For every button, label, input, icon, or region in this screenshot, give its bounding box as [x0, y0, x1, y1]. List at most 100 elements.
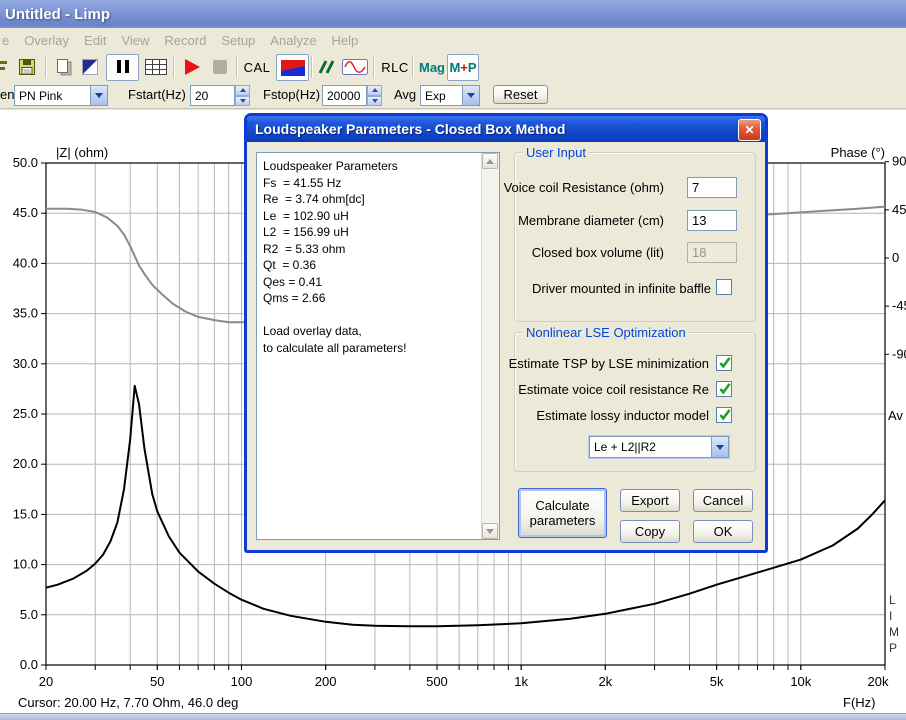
close-button[interactable]: ✕ [738, 119, 761, 141]
infinite-baffle-checkbox[interactable] [716, 279, 732, 295]
y-left-tick-label: 10.0 [13, 557, 38, 572]
start-recording-button[interactable] [181, 52, 203, 82]
parameters-text: Loudspeaker Parameters Fs = 41.55 Hz Re … [263, 159, 407, 355]
membrane-diameter-cm--input[interactable] [687, 210, 737, 231]
spin-down-icon[interactable] [235, 95, 250, 106]
generator-label: en [0, 87, 15, 102]
scroll-down-button[interactable] [482, 523, 498, 539]
stop-recording-button[interactable] [210, 52, 229, 82]
voice-coil-resistance-ohm--input[interactable] [687, 177, 737, 198]
x-tick-label: 2k [598, 674, 612, 689]
x-tick-label: 5k [710, 674, 724, 689]
rlc-button[interactable]: RLC [381, 52, 409, 82]
user-input-group: User Input Voice coil Resistance (ohm) Me… [504, 145, 756, 322]
scroll-up-icon [486, 158, 494, 164]
spin-up-icon[interactable] [235, 85, 250, 96]
status-bar: Cursor: 20.00 Hz, 7.70 Ohm, 46.0 deg F(H… [0, 693, 906, 713]
calibrate-button[interactable]: CAL [243, 52, 271, 82]
limp-window: Untitled - Limp e Overlay Edit View Record Se… [0, 0, 906, 720]
avg-select[interactable]: Exp [420, 85, 480, 106]
y-left-axis-title: |Z| (ohm) [56, 145, 108, 160]
fstart-input[interactable] [190, 85, 238, 106]
chevron-down-icon[interactable] [711, 437, 728, 457]
measurement-setup-button[interactable] [316, 52, 338, 82]
impedance-mode-button[interactable] [276, 54, 309, 81]
reset-button[interactable]: Reset [493, 85, 548, 104]
checkbox-label: Estimate TSP by LSE minimization [508, 356, 709, 371]
table-icon [144, 59, 167, 75]
y-left-tick-label: 0.0 [20, 657, 38, 672]
fstop-stepper[interactable] [367, 85, 382, 106]
menu-item-edit[interactable]: Edit [84, 33, 106, 48]
menu-item-e[interactable]: e [2, 33, 9, 48]
listbox-scrollbar[interactable] [481, 153, 499, 539]
y-left-tick-label: 25.0 [13, 406, 38, 421]
fstart-stepper[interactable] [235, 85, 250, 106]
export-button[interactable]: Export [620, 489, 680, 512]
dialog-title: Loudspeaker Parameters - Closed Box Meth… [255, 121, 566, 137]
user-input-group-title: User Input [523, 145, 589, 160]
x-tick-label: 200 [315, 674, 337, 689]
toolbar-separator [373, 56, 375, 78]
fstop-label: Fstop(Hz) [263, 87, 321, 102]
x-tick-label: 500 [426, 674, 448, 689]
dialog-titlebar[interactable]: Loudspeaker Parameters - Closed Box Meth… [247, 116, 765, 142]
y-left-tick-label: 50.0 [13, 155, 38, 170]
y-left-tick-label: 15.0 [13, 506, 38, 521]
copy-button[interactable]: Copy [620, 520, 680, 543]
limp-watermark-letter: I [889, 609, 892, 623]
x-tick-label: 100 [231, 674, 253, 689]
bw-background-button[interactable] [80, 52, 99, 82]
window-title: Untitled - Limp [5, 5, 110, 23]
menu-item-analyze[interactable]: Analyze [270, 33, 316, 48]
inductor-model-value: Le + L2||R2 [594, 440, 656, 454]
limp-watermark-letter: L [889, 593, 896, 607]
y-left-tick-label: 45.0 [13, 205, 38, 220]
inductor-model-select[interactable]: Le + L2||R2 [588, 435, 730, 459]
mag-phase-view-button[interactable]: M + P [447, 54, 479, 81]
check-icon [719, 409, 731, 421]
generator-setup-button[interactable] [341, 52, 369, 82]
y-left-tick-label: 30.0 [13, 356, 38, 371]
limp-watermark-letter: P [889, 641, 897, 655]
chevron-down-icon[interactable] [90, 86, 107, 105]
parameters-listbox[interactable]: Loudspeaker Parameters Fs = 41.55 Hz Re … [256, 152, 500, 540]
menu-bar: e Overlay Edit View Record Setup Analyze Help [0, 28, 906, 52]
spin-up-icon[interactable] [367, 85, 382, 96]
close-icon: ✕ [744, 123, 755, 137]
spin-down-icon[interactable] [367, 95, 382, 106]
check-icon [719, 383, 731, 395]
menu-item-record[interactable]: Record [164, 33, 206, 48]
y-right-tick-label: -45 [892, 298, 906, 313]
y-left-tick-label: 5.0 [20, 607, 38, 622]
table-view-button[interactable] [144, 52, 167, 82]
toolbar-separator [311, 56, 313, 78]
generator-type-select[interactable]: PN Pink [14, 85, 108, 106]
x-tick-label: 1k [514, 674, 528, 689]
limp-watermark-letter: M [889, 625, 899, 639]
menu-item-overlay[interactable]: Overlay [24, 33, 69, 48]
window-titlebar[interactable]: Untitled - Limp [0, 0, 906, 28]
lse-group-title: Nonlinear LSE Optimization [523, 325, 689, 340]
fstop-input[interactable] [322, 85, 370, 106]
avg-value: Exp [425, 88, 446, 103]
lse-checkbox-1[interactable] [716, 381, 732, 397]
scroll-up-button[interactable] [482, 153, 498, 169]
clipped-toolbar-icon[interactable] [0, 52, 9, 82]
lse-checkbox-0[interactable] [716, 355, 732, 371]
menu-item-help[interactable]: Help [332, 33, 359, 48]
chevron-down-icon[interactable] [462, 86, 479, 105]
cancel-button[interactable]: Cancel [693, 489, 753, 512]
right-side-partial-label: Av [888, 408, 903, 423]
calculate-button[interactable]: Calculate parameters [518, 488, 607, 538]
save-icon [19, 59, 35, 75]
save-button[interactable] [17, 52, 37, 82]
pause-icon [115, 59, 131, 76]
pause-button[interactable] [106, 54, 139, 81]
lse-checkbox-2[interactable] [716, 407, 732, 423]
magnitude-view-button[interactable]: Mag [419, 52, 445, 82]
menu-item-view[interactable]: View [121, 33, 149, 48]
ok-button[interactable]: OK [693, 520, 753, 543]
menu-item-setup[interactable]: Setup [221, 33, 255, 48]
copy-graph-button[interactable] [54, 52, 73, 82]
